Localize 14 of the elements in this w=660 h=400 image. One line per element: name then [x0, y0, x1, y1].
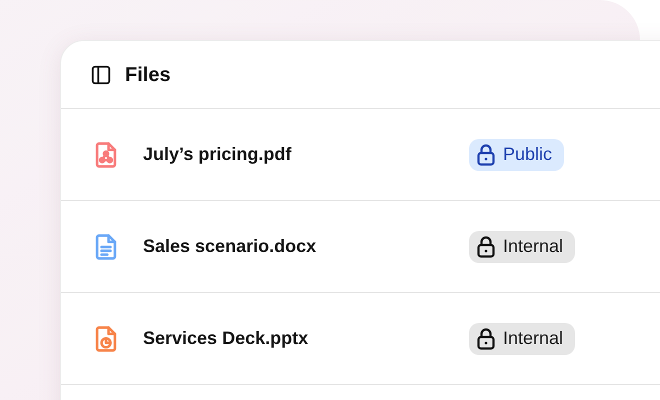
presentation-file-icon	[93, 324, 119, 352]
access-badge: Public	[469, 138, 564, 170]
sidebar-toggle-icon[interactable]	[90, 64, 112, 86]
file-name[interactable]: July’s pricing.pdf	[143, 141, 469, 168]
lock-icon	[476, 144, 496, 166]
panel-title: Files	[125, 62, 171, 88]
access-badge: Internal	[469, 322, 576, 354]
access-badge: Internal	[469, 230, 576, 262]
file-name[interactable]: Services Deck.pptx	[143, 325, 469, 352]
document-file-icon	[93, 232, 119, 260]
file-name[interactable]: Sales scenario.docx	[143, 233, 469, 260]
lock-icon	[476, 328, 496, 350]
pdf-file-icon	[93, 140, 119, 168]
lock-icon	[476, 236, 496, 258]
